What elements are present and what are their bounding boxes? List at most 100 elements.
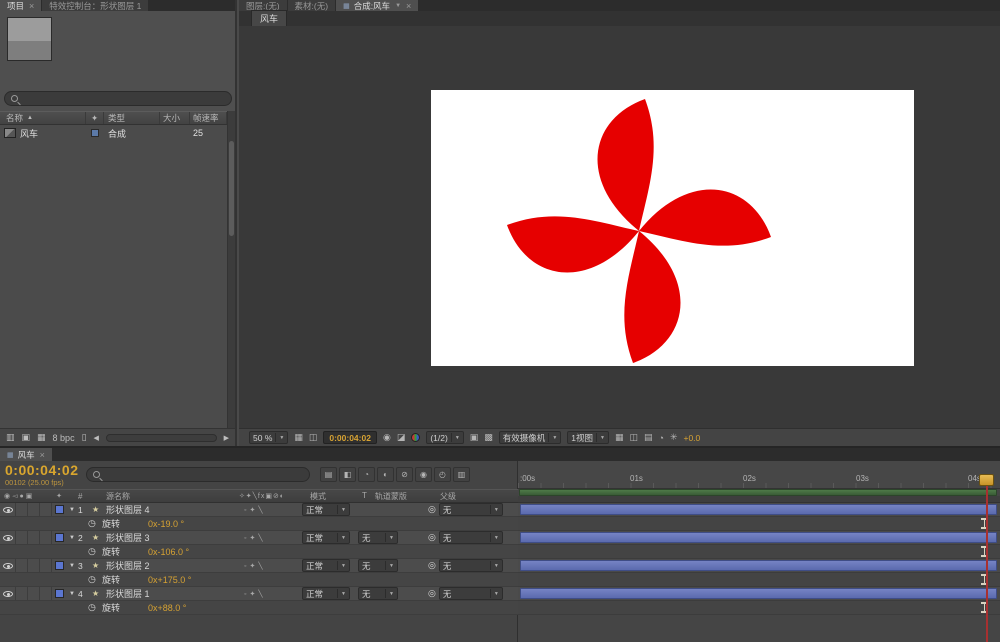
region-of-interest-icon[interactable]: ▣ [470, 432, 479, 443]
grid-options-icon[interactable]: ▦ [294, 432, 303, 443]
pickwhip-icon[interactable]: ◎ [428, 532, 436, 543]
column-size[interactable]: 大小 [160, 112, 190, 124]
layer-row[interactable]: ▼ 2 ★ 形状图层 3 ◦✦╲ 正常 ▼ 无 ▼ ◎ 无 ▼ [0, 531, 518, 545]
label-color-chip[interactable] [54, 561, 64, 570]
layer-row[interactable]: ▼ 4 ★ 形状图层 1 ◦✦╲ 正常 ▼ 无 ▼ ◎ 无 ▼ [0, 587, 518, 601]
solo-toggle[interactable] [28, 587, 40, 600]
close-icon[interactable]: × [40, 450, 45, 460]
scroll-right-icon[interactable]: ▶ [224, 434, 229, 442]
parent-select[interactable]: 无 ▼ [438, 531, 503, 544]
timeline-panel-icon[interactable]: ▤ [644, 432, 653, 443]
audio-toggle[interactable] [16, 559, 28, 572]
layer-name[interactable]: 形状图层 3 [106, 531, 222, 544]
new-folder-icon[interactable]: ▣ [22, 432, 31, 443]
audio-toggle[interactable] [16, 587, 28, 600]
composition-canvas-area[interactable] [239, 26, 1000, 428]
exposure-value[interactable]: +0.0 [683, 433, 700, 443]
lock-toggle[interactable] [40, 587, 52, 600]
switches-header-icons[interactable]: ✧✦╲fx▣⊘◐ [222, 492, 302, 500]
camera-select[interactable]: 有效摄像机 ▼ [498, 431, 562, 444]
comp-viewer-tab[interactable]: 风车 [251, 10, 288, 26]
label-color-chip[interactable] [91, 129, 99, 137]
layer-name[interactable]: 形状图层 2 [106, 559, 222, 572]
layer-duration-bar[interactable] [520, 532, 997, 543]
interpret-footage-icon[interactable]: ▥ [6, 432, 15, 443]
horizontal-scrollbar[interactable] [105, 433, 217, 442]
mode-select[interactable]: 正常 ▼ [302, 503, 350, 516]
hide-shy-button[interactable]: ◔ [358, 467, 375, 482]
lock-toggle[interactable] [40, 559, 52, 572]
time-ruler[interactable]: :00s 01s 02s 03s 04s [518, 461, 1000, 489]
stopwatch-icon[interactable]: ◷ [88, 602, 96, 613]
layer-number-header[interactable]: # [78, 492, 92, 501]
scroll-left-icon[interactable]: ◀ [94, 434, 99, 442]
pixel-aspect-icon[interactable]: ▦ [615, 432, 624, 443]
timeline-track-area[interactable]: :00s 01s 02s 03s 04s [518, 461, 1000, 642]
twirl-icon[interactable]: ▼ [66, 507, 78, 513]
rotation-value[interactable]: 0x-106.0 ° [148, 547, 189, 557]
draft3d-button[interactable]: ◧ [339, 467, 356, 482]
column-fps[interactable]: 帧速率 [190, 112, 227, 124]
eye-toggle[interactable] [0, 587, 16, 600]
layer-row[interactable]: ▼ 3 ★ 形状图层 2 ◦✦╲ 正常 ▼ 无 ▼ ◎ 无 ▼ [0, 559, 518, 573]
snapshot-icon[interactable]: ◉ [383, 432, 391, 443]
label-color-chip[interactable] [54, 533, 64, 542]
pickwhip-icon[interactable]: ◎ [428, 560, 436, 571]
show-snapshot-icon[interactable]: ◪ [397, 432, 406, 443]
lock-toggle[interactable] [40, 503, 52, 516]
eye-toggle[interactable] [0, 531, 16, 544]
motion-blur-button[interactable]: ⊘ [396, 467, 413, 482]
timeline-search-input[interactable] [86, 467, 310, 482]
source-name-header[interactable]: 源名称 [92, 491, 222, 502]
exposure-icon[interactable]: ✳ [670, 432, 678, 443]
auto-keyframe-button[interactable]: ◉ [415, 467, 432, 482]
layer-switches[interactable]: ◦✦╲ [222, 534, 302, 542]
audio-toggle[interactable] [16, 503, 28, 516]
property-track-row[interactable] [518, 517, 1000, 531]
pickwhip-icon[interactable]: ◎ [428, 588, 436, 599]
twirl-icon[interactable]: ▼ [66, 535, 78, 541]
property-row[interactable]: ◷ 旋转 0x-19.0 ° [0, 517, 518, 531]
playhead-marker[interactable] [979, 474, 994, 486]
column-type[interactable]: 类型 [104, 112, 160, 124]
playhead-line[interactable] [986, 486, 988, 642]
twirl-icon[interactable]: ▼ [66, 563, 78, 569]
layer-duration-bar[interactable] [520, 560, 997, 571]
property-row[interactable]: ◷ 旋转 0x-106.0 ° [0, 545, 518, 559]
scrollbar-thumb[interactable] [229, 141, 234, 236]
property-name[interactable]: 旋转 [102, 545, 120, 558]
parent-header[interactable]: 父级 [428, 491, 518, 502]
stopwatch-icon[interactable]: ◷ [88, 546, 96, 557]
flowchart-icon[interactable]: ◔ [659, 433, 664, 443]
tab-footage[interactable]: 素材:(无) [287, 0, 336, 11]
trkmat-header[interactable]: T 轨道蒙版 [358, 491, 428, 502]
layer-track-row[interactable] [518, 531, 1000, 545]
favorite-column-icon[interactable]: ✦ [86, 112, 104, 124]
mask-visibility-icon[interactable]: ◫ [309, 432, 318, 443]
frame-blend-button[interactable]: ◐ [377, 467, 394, 482]
trash-icon[interactable]: ▯ [82, 432, 87, 443]
chevron-down-icon[interactable]: ▼ [395, 3, 401, 9]
rotation-value[interactable]: 0x-19.0 ° [148, 519, 184, 529]
property-name[interactable]: 旋转 [102, 601, 120, 614]
property-name[interactable]: 旋转 [102, 573, 120, 586]
tab-effect-controls[interactable]: 特效控制台：形状图层 1 [42, 0, 149, 11]
solo-toggle[interactable] [28, 531, 40, 544]
trkmat-select[interactable]: 无 ▼ [358, 531, 398, 544]
fast-preview-icon[interactable]: ◫ [629, 432, 638, 443]
comp-flowchart-button[interactable]: ▤ [320, 467, 337, 482]
layer-track-row[interactable] [518, 587, 1000, 601]
property-row[interactable]: ◷ 旋转 0x+175.0 ° [0, 573, 518, 587]
layer-name[interactable]: 形状图层 1 [106, 587, 222, 600]
stopwatch-icon[interactable]: ◷ [88, 518, 96, 529]
view-layout-select[interactable]: 1视图 ▼ [567, 431, 609, 444]
work-area-bar[interactable] [519, 489, 997, 496]
layer-switches[interactable]: ◦✦╲ [222, 562, 302, 570]
rotation-value[interactable]: 0x+88.0 ° [148, 603, 186, 613]
layer-track-row[interactable] [518, 503, 1000, 517]
viewer-timecode-button[interactable]: 0:00:04:02 [323, 431, 377, 444]
property-track-row[interactable] [518, 573, 1000, 587]
twirl-icon[interactable]: ▼ [66, 591, 78, 597]
resolution-select[interactable]: (1/2) ▼ [426, 431, 464, 444]
property-track-row[interactable] [518, 601, 1000, 615]
